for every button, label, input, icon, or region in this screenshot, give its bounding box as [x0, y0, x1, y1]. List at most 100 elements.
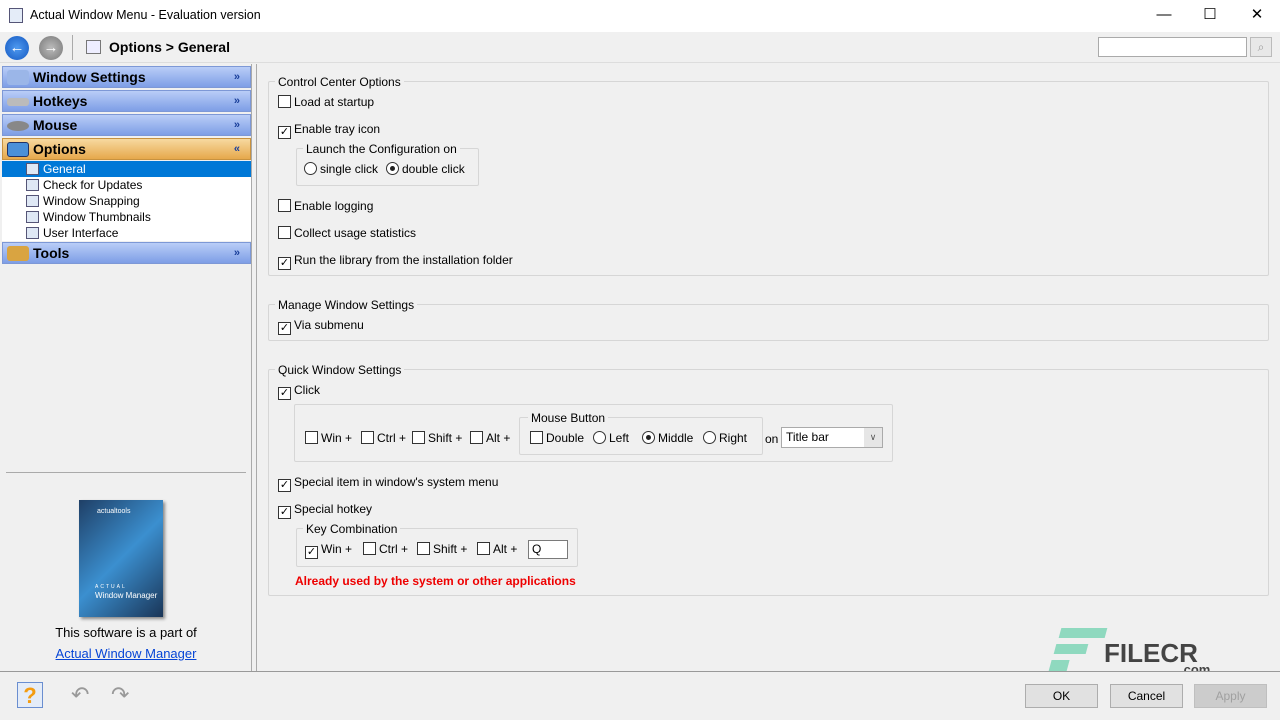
sidebar-section-options[interactable]: Options«: [2, 138, 251, 160]
sidebar-divider: [6, 472, 246, 473]
help-icon[interactable]: ?: [17, 682, 43, 708]
sidebar-item-general[interactable]: General: [2, 161, 251, 177]
search-input[interactable]: [1098, 37, 1247, 57]
checkbox-box: [278, 199, 291, 212]
user-interface-icon: [26, 227, 39, 239]
box-title: Window Manager: [95, 591, 157, 600]
double-checkbox[interactable]: Double: [530, 431, 584, 445]
product-link[interactable]: Actual Window Manager: [0, 646, 252, 661]
sidebar-item-window-snapping[interactable]: Window Snapping: [2, 193, 251, 209]
hotkey-ctrl-checkbox[interactable]: Ctrl +: [363, 542, 408, 556]
special-item-checkbox[interactable]: ✓Special item in window's system menu: [278, 475, 498, 492]
radio-circle: [703, 431, 716, 444]
click-ctrl-checkbox[interactable]: Ctrl +: [361, 431, 406, 445]
click-win-checkbox[interactable]: Win +: [305, 431, 352, 445]
single-click-radio[interactable]: single click: [304, 162, 378, 176]
back-button[interactable]: ←: [5, 36, 29, 60]
collect-usage-statistics-checkbox[interactable]: Collect usage statistics: [278, 226, 416, 240]
click-shift-checkbox[interactable]: Shift +: [412, 431, 462, 445]
undo-icon[interactable]: ↶: [71, 682, 89, 708]
radio-circle: [593, 431, 606, 444]
item-label: Window Snapping: [43, 194, 140, 208]
check-icon: ✓: [278, 506, 291, 519]
checkbox-label: Load at startup: [294, 95, 374, 109]
radio-label: double click: [402, 162, 465, 176]
cancel-button[interactable]: Cancel: [1110, 684, 1183, 708]
radio-circle: [386, 162, 399, 175]
hotkey-key-input[interactable]: Q: [528, 540, 568, 559]
special-hotkey-checkbox[interactable]: ✓Special hotkey: [278, 502, 372, 519]
forward-button[interactable]: →: [39, 36, 63, 60]
group-title: Key Combination: [303, 522, 400, 536]
group-title: Manage Window Settings: [275, 298, 417, 312]
left-button-radio[interactable]: Left: [593, 431, 629, 445]
enable-logging-checkbox[interactable]: Enable logging: [278, 199, 373, 213]
checkbox-box: [363, 542, 376, 555]
checkbox-box: [470, 431, 483, 444]
section-label: Tools: [33, 245, 69, 261]
close-button[interactable]: ✕: [1234, 0, 1280, 32]
radio-label: Middle: [658, 431, 693, 445]
check-icon: ✓: [278, 322, 291, 335]
section-label: Options: [33, 141, 86, 157]
checkbox-box: [305, 431, 318, 444]
radio-label: Right: [719, 431, 747, 445]
run-library-checkbox[interactable]: ✓Run the library from the installation f…: [278, 253, 513, 270]
chevron-down-icon: »: [234, 91, 240, 111]
middle-button-radio[interactable]: Middle: [642, 431, 693, 445]
radio-circle: [304, 162, 317, 175]
checkbox-label: Shift +: [428, 431, 462, 445]
checkbox-label: Enable tray icon: [294, 122, 380, 136]
sidebar-section-hotkeys[interactable]: Hotkeys»: [2, 90, 251, 112]
chevron-down-icon: »: [234, 67, 240, 87]
group-title: Launch the Configuration on: [303, 142, 460, 156]
panel-separator: [256, 64, 257, 672]
hotkey-shift-checkbox[interactable]: Shift +: [417, 542, 467, 556]
sidebar-section-mouse[interactable]: Mouse»: [2, 114, 251, 136]
load-at-startup-checkbox[interactable]: Load at startup: [278, 95, 374, 109]
click-alt-checkbox[interactable]: Alt +: [470, 431, 510, 445]
sidebar-item-check-for-updates[interactable]: Check for Updates: [2, 177, 251, 193]
sidebar-section-tools[interactable]: Tools »: [2, 242, 251, 264]
bottom-bar: ? ↶ ↷ OK Cancel Apply: [0, 671, 1280, 720]
general-icon: [26, 163, 39, 175]
redo-icon[interactable]: ↷: [111, 682, 129, 708]
maximize-button[interactable]: ☐: [1187, 0, 1233, 32]
checkbox-box: [477, 542, 490, 555]
chevron-down-icon: »: [234, 243, 240, 263]
checkbox-label: Shift +: [433, 542, 467, 556]
ok-button[interactable]: OK: [1025, 684, 1098, 708]
checkbox-label: Double: [546, 431, 584, 445]
checkbox-label: Special hotkey: [294, 502, 372, 516]
minimize-button[interactable]: —: [1141, 0, 1187, 32]
click-location-dropdown[interactable]: Title bar∨: [781, 427, 883, 448]
checkbox-box: [278, 226, 291, 239]
title-bar: Actual Window Menu - Evaluation version …: [0, 0, 1280, 32]
window-settings-icon: [7, 70, 29, 85]
checkbox-box: [530, 431, 543, 444]
enable-tray-icon-checkbox[interactable]: ✓Enable tray icon: [278, 122, 380, 139]
thumbnails-icon: [26, 211, 39, 223]
sidebar-item-window-thumbnails[interactable]: Window Thumbnails: [2, 209, 251, 225]
check-icon: ✓: [278, 257, 291, 270]
snapping-icon: [26, 195, 39, 207]
sidebar-section-window-settings[interactable]: Window Settings»: [2, 66, 251, 88]
search-button[interactable]: ⌕: [1250, 37, 1272, 57]
general-options-icon: [86, 40, 101, 54]
group-title: Control Center Options: [275, 75, 404, 89]
item-label: Check for Updates: [43, 178, 142, 192]
app-icon: [9, 8, 23, 23]
right-button-radio[interactable]: Right: [703, 431, 747, 445]
section-label: Mouse: [33, 117, 77, 133]
box-sub: ACTUAL: [95, 584, 127, 590]
via-submenu-checkbox[interactable]: ✓Via submenu: [278, 318, 364, 335]
check-icon: ✓: [305, 546, 318, 559]
product-box-image: actualtools ACTUAL Window Manager: [79, 500, 163, 617]
apply-button[interactable]: Apply: [1194, 684, 1267, 708]
double-click-radio[interactable]: double click: [386, 162, 465, 176]
click-checkbox[interactable]: ✓Click: [278, 383, 320, 400]
on-label: on: [765, 432, 778, 446]
sidebar-item-user-interface[interactable]: User Interface: [2, 225, 251, 241]
hotkey-alt-checkbox[interactable]: Alt +: [477, 542, 517, 556]
hotkey-win-checkbox[interactable]: ✓Win +: [305, 542, 352, 559]
